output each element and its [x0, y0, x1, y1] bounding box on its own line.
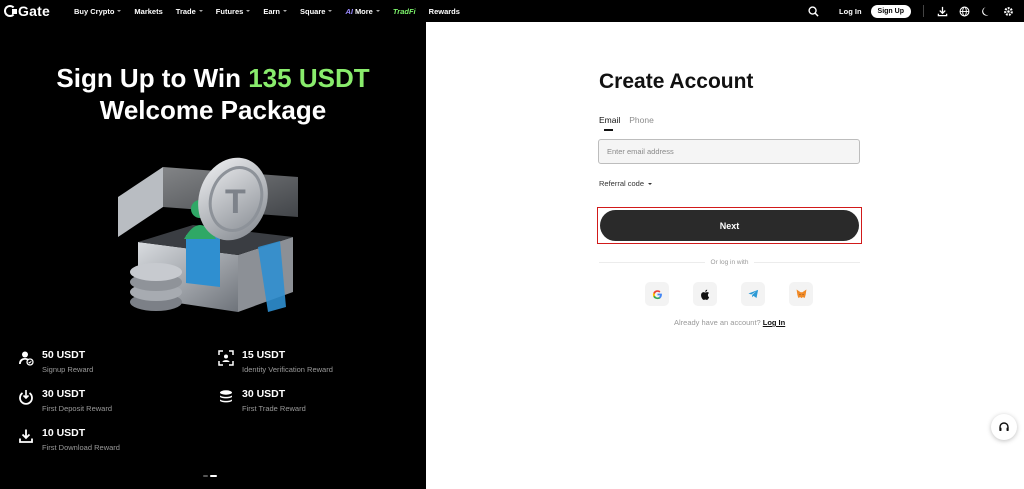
reward-value: 50 USDT [42, 349, 86, 361]
promo-title: Sign Up to Win 135 USDT Welcome Package [56, 63, 370, 125]
download-icon[interactable] [936, 5, 948, 17]
login-divider: Or log in with [599, 257, 860, 267]
carousel-indicators [203, 475, 219, 477]
login-prompt: Already have an account? Log In [674, 318, 786, 327]
apple-icon [701, 289, 710, 300]
nav-markets[interactable]: Markets [134, 7, 162, 16]
nav-futures[interactable]: Futures [216, 7, 251, 16]
reward-description: First Deposit Reward [42, 404, 113, 413]
logo-text: Gate [18, 3, 50, 19]
reward-value: 30 USDT [242, 388, 286, 400]
download-icon [19, 429, 33, 443]
reward-first-deposit: 30 USDT First Deposit Reward [18, 388, 112, 413]
reward-signup: 50 USDT Signup Reward [18, 349, 93, 374]
chevron-down-icon [328, 10, 333, 12]
next-button[interactable]: Next [600, 210, 859, 241]
chevron-down-icon [375, 10, 380, 12]
divider-line [599, 261, 705, 263]
referral-label: Referral code [599, 179, 645, 188]
svg-text:T: T [225, 183, 246, 221]
nav-rewards[interactable]: Rewards [429, 7, 460, 16]
google-login-button[interactable] [645, 282, 669, 306]
search-icon[interactable] [807, 5, 819, 17]
reward-value: 15 USDT [242, 349, 286, 361]
chevron-down-icon [117, 10, 122, 12]
tab-email[interactable]: Email [599, 115, 620, 131]
promo-panel: Sign Up to Win 135 USDT Welcome Package … [0, 22, 426, 489]
signup-button[interactable]: Sign Up [870, 4, 911, 18]
nav-menu: Buy Crypto Markets Trade Futures Earn Sq… [74, 7, 473, 16]
google-icon [652, 289, 662, 299]
carousel-dot[interactable] [203, 475, 208, 477]
telegram-login-button[interactable] [741, 282, 765, 306]
page-title: Create Account [599, 70, 754, 93]
top-navbar: Gate Buy Crypto Markets Trade Futures Ea… [0, 0, 1024, 22]
chevron-down-icon [648, 182, 653, 185]
referral-code-toggle[interactable]: Referral code [599, 179, 653, 188]
reward-value: 30 USDT [42, 388, 86, 400]
metamask-icon [796, 289, 806, 299]
face-scan-icon [218, 350, 234, 366]
nav-right-actions: Log In Sign Up [807, 0, 1024, 22]
promo-amount: 135 USDT [248, 63, 370, 93]
headset-icon [999, 422, 1009, 431]
nav-buy-crypto[interactable]: Buy Crypto [74, 7, 122, 16]
login-link[interactable]: Log In [839, 7, 862, 16]
gift-box-illustration: T [118, 157, 298, 312]
nav-square[interactable]: Square [300, 7, 333, 16]
globe-icon[interactable] [958, 5, 970, 17]
nav-more[interactable]: AI More [345, 6, 380, 16]
reward-value: 10 USDT [42, 427, 86, 439]
social-login-buttons [645, 282, 837, 306]
reward-description: First Download Reward [42, 443, 120, 452]
nav-tradfi[interactable]: TradFi [393, 7, 416, 16]
divider-text: Or log in with [710, 258, 749, 266]
ai-icon: AI [345, 6, 353, 16]
chevron-down-icon [198, 10, 203, 12]
nav-trade[interactable]: Trade [176, 7, 203, 16]
reward-description: First Trade Reward [242, 404, 306, 413]
tab-phone[interactable]: Phone [629, 115, 654, 125]
nav-divider [923, 5, 924, 17]
gate-logo[interactable]: Gate [4, 3, 66, 19]
gate-logo-icon [4, 5, 17, 17]
reward-identity: 15 USDT Identity Verification Reward [218, 349, 333, 374]
moon-icon[interactable] [980, 5, 992, 17]
chevron-down-icon [283, 10, 287, 12]
chevron-down-icon [246, 10, 251, 12]
carousel-dot-active[interactable] [210, 475, 217, 477]
power-deposit-icon [19, 390, 33, 405]
gear-icon[interactable] [1002, 5, 1014, 17]
email-field[interactable] [598, 139, 860, 164]
telegram-icon [747, 289, 758, 298]
reward-description: Signup Reward [42, 365, 94, 374]
user-check-icon [19, 351, 34, 366]
apple-login-button[interactable] [693, 282, 717, 306]
login-link-bottom[interactable]: Log In [763, 318, 786, 327]
signup-method-tabs: Email Phone [599, 115, 663, 131]
metamask-login-button[interactable] [789, 282, 813, 306]
nav-earn[interactable]: Earn [263, 7, 287, 16]
reward-first-download: 10 USDT First Download Reward [18, 427, 120, 452]
coin-stack-icon [220, 390, 232, 403]
divider-line [754, 261, 860, 263]
reward-description: Identity Verification Reward [242, 365, 333, 374]
reward-first-trade: 30 USDT First Trade Reward [218, 388, 306, 413]
support-button[interactable] [991, 414, 1017, 440]
